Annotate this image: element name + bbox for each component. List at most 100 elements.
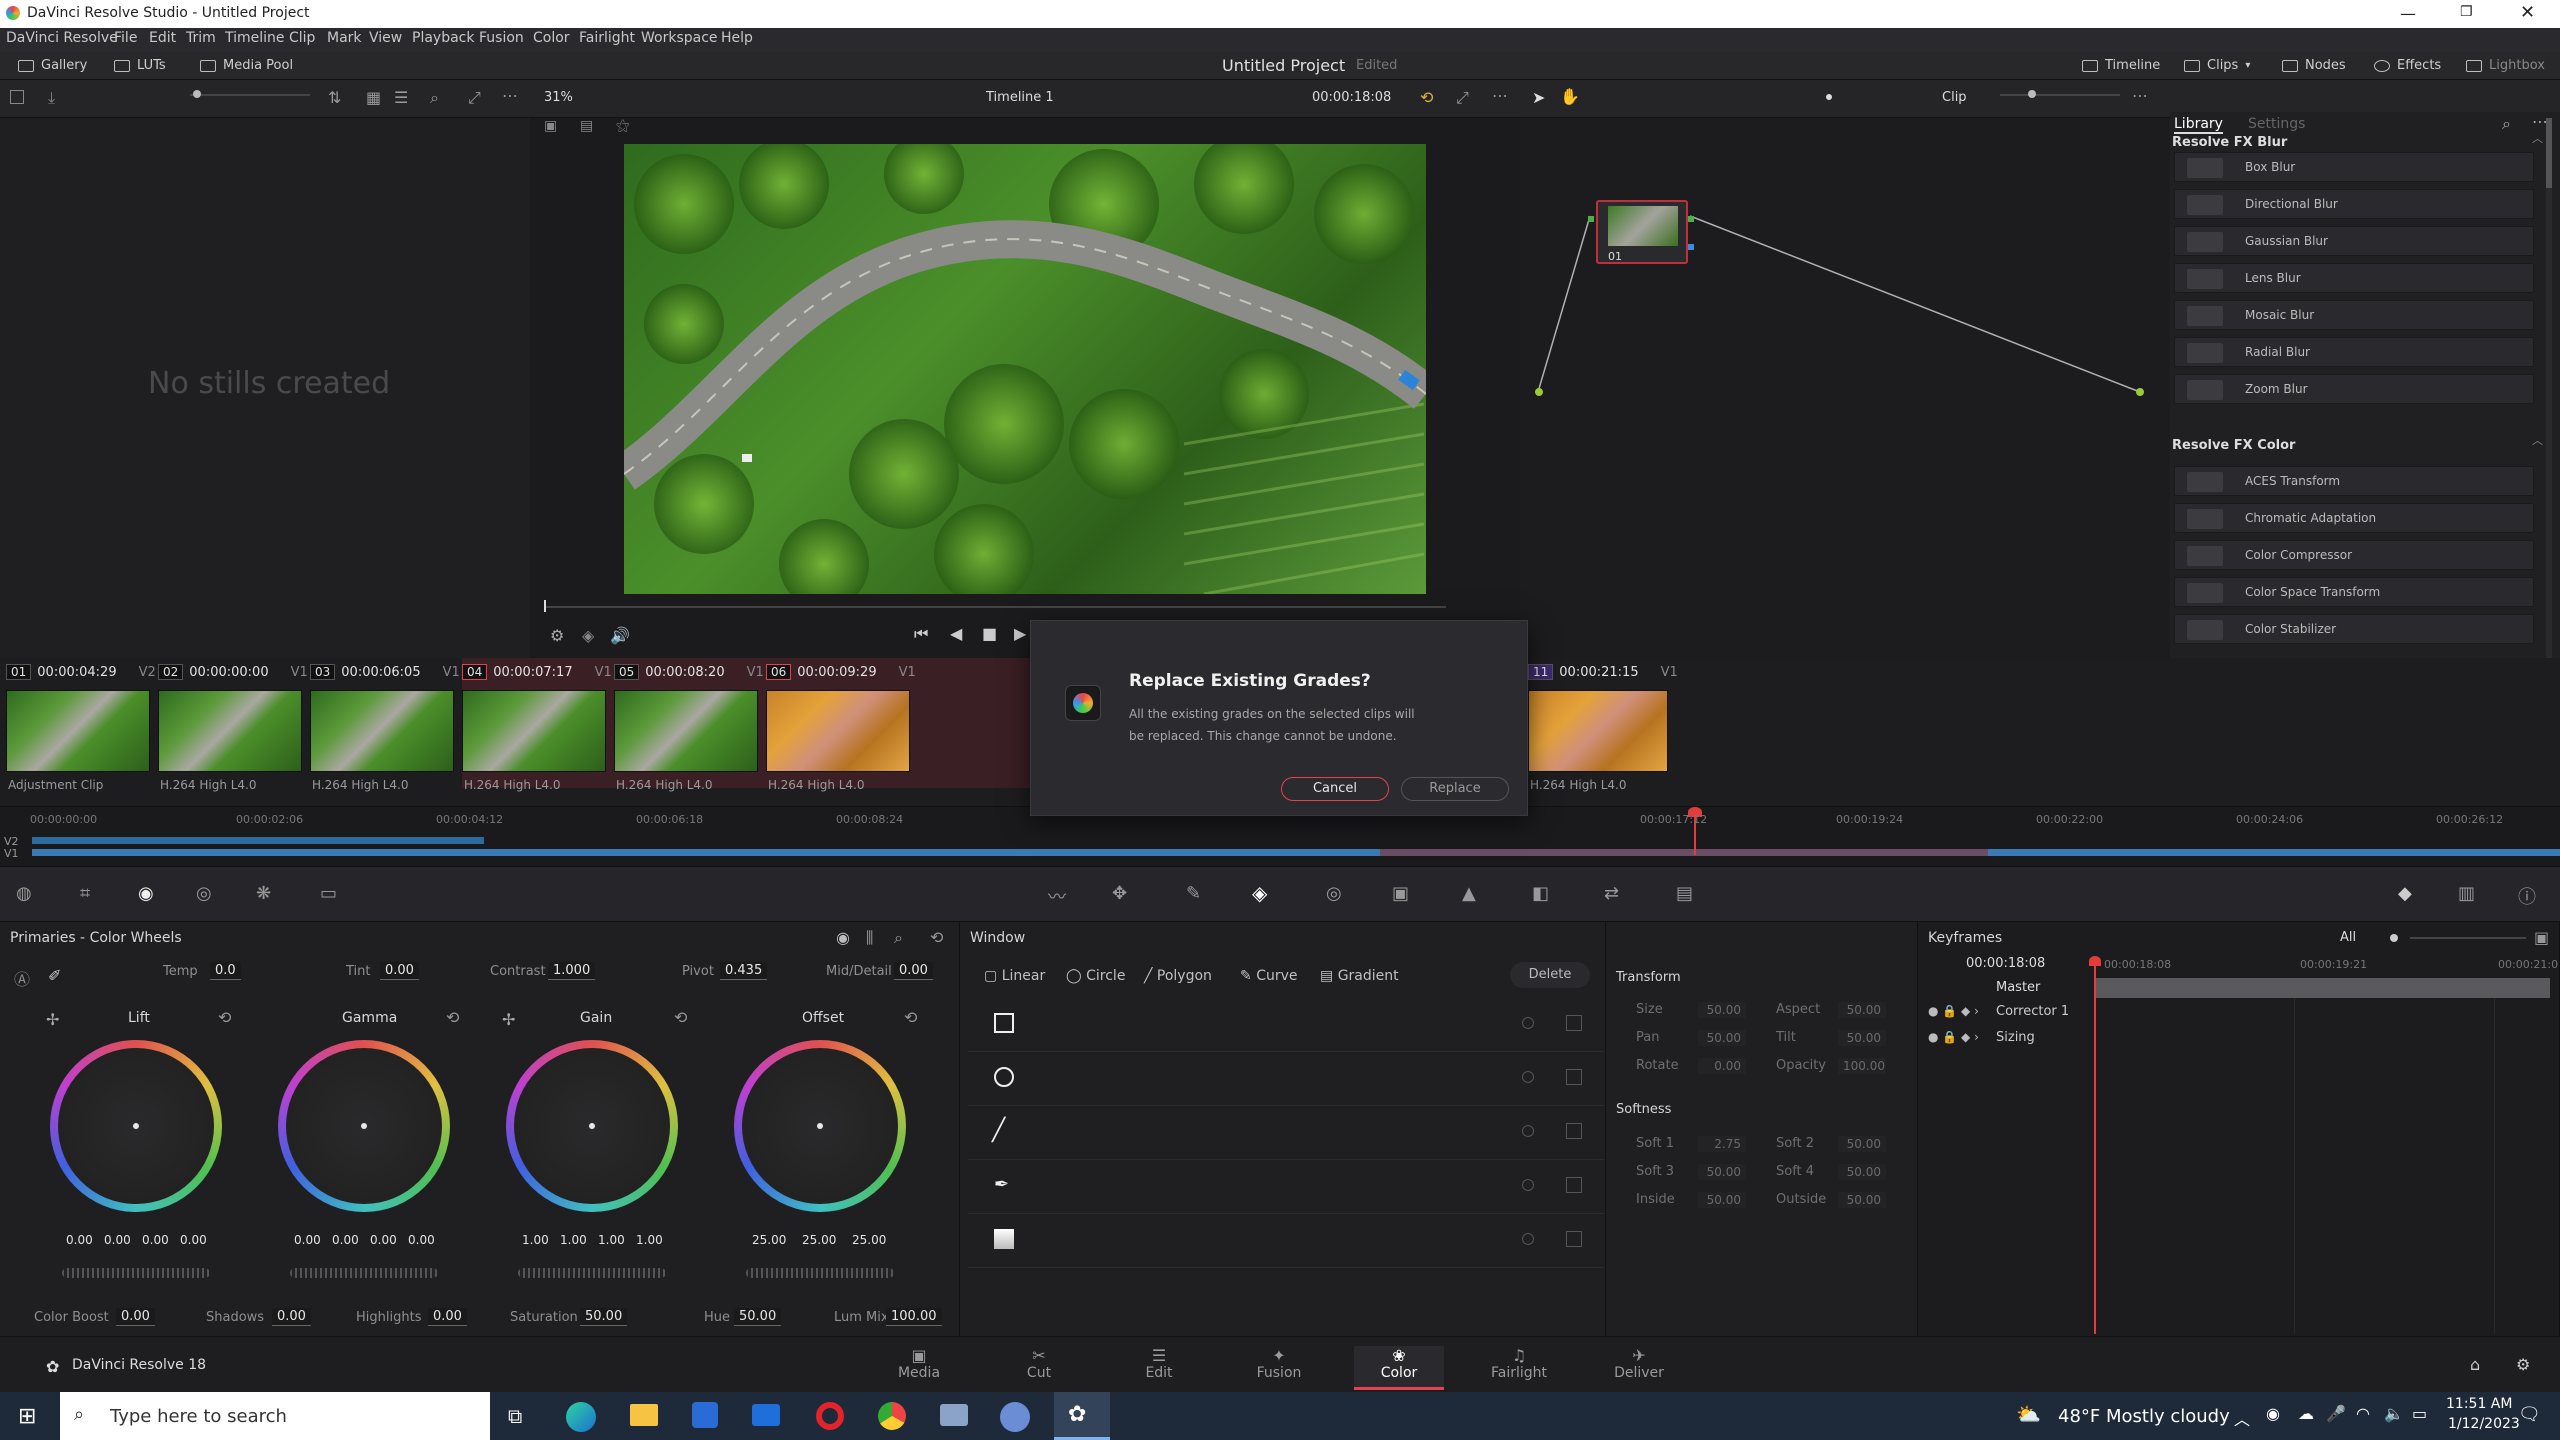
window-enable-checkbox[interactable] bbox=[1566, 1069, 1582, 1085]
color-warper-icon[interactable]: ✥ bbox=[1112, 883, 1127, 904]
menu-color[interactable]: Color bbox=[533, 30, 570, 46]
expand-icon[interactable]: ⤢ bbox=[1456, 88, 1469, 108]
fx-mosaic-blur[interactable]: Mosaic Blur bbox=[2174, 300, 2534, 330]
gain-y[interactable]: 1.00 bbox=[522, 1233, 549, 1247]
tab-settings[interactable]: Settings bbox=[2248, 116, 2305, 132]
page-deliver[interactable]: ✈ Deliver bbox=[1594, 1346, 1684, 1381]
close-icon[interactable]: ✕ bbox=[2520, 2, 2535, 23]
rgb-mixer-icon[interactable]: ❋ bbox=[256, 883, 271, 904]
lift-master-wheel[interactable] bbox=[62, 1268, 210, 1278]
fx-color-space-transform[interactable]: Color Space Transform bbox=[2174, 577, 2534, 607]
lightbox-button[interactable]: Lightbox bbox=[2466, 58, 2545, 73]
offset-b[interactable]: 25.00 bbox=[852, 1233, 886, 1247]
menu-view[interactable]: View bbox=[369, 30, 402, 46]
node-zoom-slider[interactable] bbox=[2000, 94, 2120, 96]
keyframe-playhead[interactable] bbox=[2094, 962, 2096, 1334]
clip-thumbnail[interactable] bbox=[614, 690, 758, 772]
search-icon[interactable]: ⌕ bbox=[430, 88, 439, 108]
resolve-taskbar-button[interactable]: ✿ bbox=[1054, 1392, 1110, 1440]
reset-all-icon[interactable]: ◉ bbox=[836, 928, 850, 947]
saturation-value[interactable]: 50.00 bbox=[580, 1308, 628, 1326]
collapse-icon[interactable]: ︿ bbox=[2532, 432, 2543, 448]
node-01[interactable]: 01 bbox=[1596, 200, 1688, 264]
fx-radial-blur[interactable]: Radial Blur bbox=[2174, 337, 2534, 367]
menu-fusion[interactable]: Fusion bbox=[479, 30, 524, 46]
edge-icon[interactable] bbox=[566, 1402, 596, 1432]
list-view-icon[interactable]: ☰ bbox=[394, 88, 408, 107]
viewer-scrubber[interactable] bbox=[544, 606, 1446, 608]
keyframe-zoom-slider[interactable] bbox=[2410, 937, 2526, 939]
offset-wheel-center[interactable] bbox=[817, 1123, 823, 1129]
curves-icon[interactable]: 〰 bbox=[1048, 883, 1066, 909]
hdr-icon[interactable]: ◎ bbox=[196, 883, 212, 904]
gain-b[interactable]: 1.00 bbox=[636, 1233, 663, 1247]
wipe-icon[interactable]: ⚝ bbox=[616, 118, 630, 134]
lift-wheel-center[interactable] bbox=[133, 1123, 139, 1129]
color-boost-value[interactable]: 0.00 bbox=[116, 1308, 155, 1326]
timeline-selector[interactable]: Timeline 1 bbox=[986, 90, 1054, 105]
window-invert-toggle[interactable] bbox=[1522, 1071, 1534, 1083]
nodes-button[interactable]: Nodes bbox=[2282, 58, 2346, 73]
tab-library[interactable]: Library bbox=[2174, 116, 2223, 134]
clip-header[interactable]: 01 00:00:04:29 V2 bbox=[6, 664, 156, 680]
clip-header[interactable]: 11 00:00:21:15 V1 bbox=[1528, 664, 1678, 680]
fx-gaussian-blur[interactable]: Gaussian Blur bbox=[2174, 226, 2534, 256]
gamma-g[interactable]: 0.00 bbox=[370, 1233, 397, 1247]
tint-value[interactable]: 0.00 bbox=[380, 962, 419, 980]
pointer-icon[interactable]: ➤ bbox=[1532, 88, 1545, 107]
menu-playback[interactable]: Playback bbox=[412, 30, 474, 46]
tracker-icon[interactable]: ◎ bbox=[1326, 883, 1342, 904]
windows-start-icon[interactable]: ⊞ bbox=[18, 1404, 36, 1429]
page-cut[interactable]: ✂ Cut bbox=[994, 1346, 1084, 1381]
window-invert-toggle[interactable] bbox=[1522, 1017, 1534, 1029]
transform-value[interactable]: 50.00 bbox=[1838, 1030, 1886, 1046]
scopes-icon[interactable]: ▥ bbox=[2458, 883, 2475, 904]
keyframes-filter[interactable]: All bbox=[2340, 930, 2356, 945]
fx-chromatic-adaptation[interactable]: Chromatic Adaptation bbox=[2174, 503, 2534, 533]
library-scrollbar[interactable] bbox=[2546, 118, 2552, 658]
clip-header[interactable]: 06 00:00:09:29 V1 bbox=[766, 664, 916, 680]
transform-value[interactable]: 50.00 bbox=[1838, 1192, 1886, 1208]
wifi-icon[interactable]: ◠ bbox=[2356, 1404, 2370, 1423]
onedrive-icon[interactable]: ☁ bbox=[2298, 1404, 2314, 1423]
video-frame[interactable] bbox=[624, 144, 1426, 594]
file-explorer-icon[interactable] bbox=[630, 1404, 658, 1426]
fx-lens-blur[interactable]: Lens Blur bbox=[2174, 263, 2534, 293]
offset-reset-icon[interactable]: ⟲ bbox=[904, 1008, 917, 1027]
skip-start-icon[interactable]: ⏮ bbox=[914, 624, 928, 644]
window-enable-checkbox[interactable] bbox=[1566, 1231, 1582, 1247]
clock-date[interactable]: 1/12/2023 bbox=[2448, 1416, 2520, 1432]
auto-balance-icon[interactable]: Ⓐ bbox=[14, 966, 30, 990]
keyframe-playhead-handle[interactable] bbox=[2089, 956, 2101, 966]
zoom-level[interactable]: 31% bbox=[544, 90, 573, 105]
info-icon[interactable]: ⓘ bbox=[2518, 883, 2536, 909]
v2-track-clip[interactable] bbox=[32, 837, 484, 844]
window-row-linear[interactable]: ╱ bbox=[968, 1106, 1604, 1160]
window-enable-checkbox[interactable] bbox=[1566, 1177, 1582, 1193]
page-color[interactable]: ❀ Color bbox=[1354, 1346, 1444, 1390]
window-enable-checkbox[interactable] bbox=[1566, 1123, 1582, 1139]
sizing-row-icons[interactable]: ● 🔒 ◆ › bbox=[1928, 1030, 1979, 1044]
pivot-value[interactable]: 0.435 bbox=[720, 962, 768, 980]
split-icon[interactable]: ▤ bbox=[580, 118, 593, 134]
node-more-icon[interactable]: ⋯ bbox=[2132, 86, 2148, 105]
opera-icon[interactable] bbox=[816, 1402, 844, 1430]
blur-icon[interactable]: ▲ bbox=[1462, 883, 1476, 904]
window-enable-checkbox[interactable] bbox=[1566, 1015, 1582, 1031]
menu-clip[interactable]: Clip bbox=[289, 30, 315, 46]
menu-edit[interactable]: Edit bbox=[149, 30, 176, 46]
clip-thumbnail[interactable] bbox=[6, 690, 150, 772]
chrome-icon[interactable] bbox=[878, 1402, 906, 1430]
slider-knob[interactable] bbox=[193, 90, 201, 98]
offset-g[interactable]: 25.00 bbox=[802, 1233, 836, 1247]
maximize-icon[interactable]: ❐ bbox=[2460, 4, 2473, 20]
store-icon[interactable] bbox=[692, 1402, 718, 1428]
sizing-icon[interactable]: ⇄ bbox=[1604, 883, 1619, 904]
window-invert-toggle[interactable] bbox=[1522, 1125, 1534, 1137]
clip-thumbnail[interactable] bbox=[158, 690, 302, 772]
contrast-value[interactable]: 1.000 bbox=[548, 962, 596, 980]
keyframes-icon[interactable]: ◆ bbox=[2398, 883, 2412, 904]
reverse-play-icon[interactable]: ◀ bbox=[950, 624, 962, 643]
magic-mask-icon[interactable]: ▣ bbox=[1392, 883, 1409, 904]
page-edit[interactable]: ☰ Edit bbox=[1114, 1346, 1204, 1381]
